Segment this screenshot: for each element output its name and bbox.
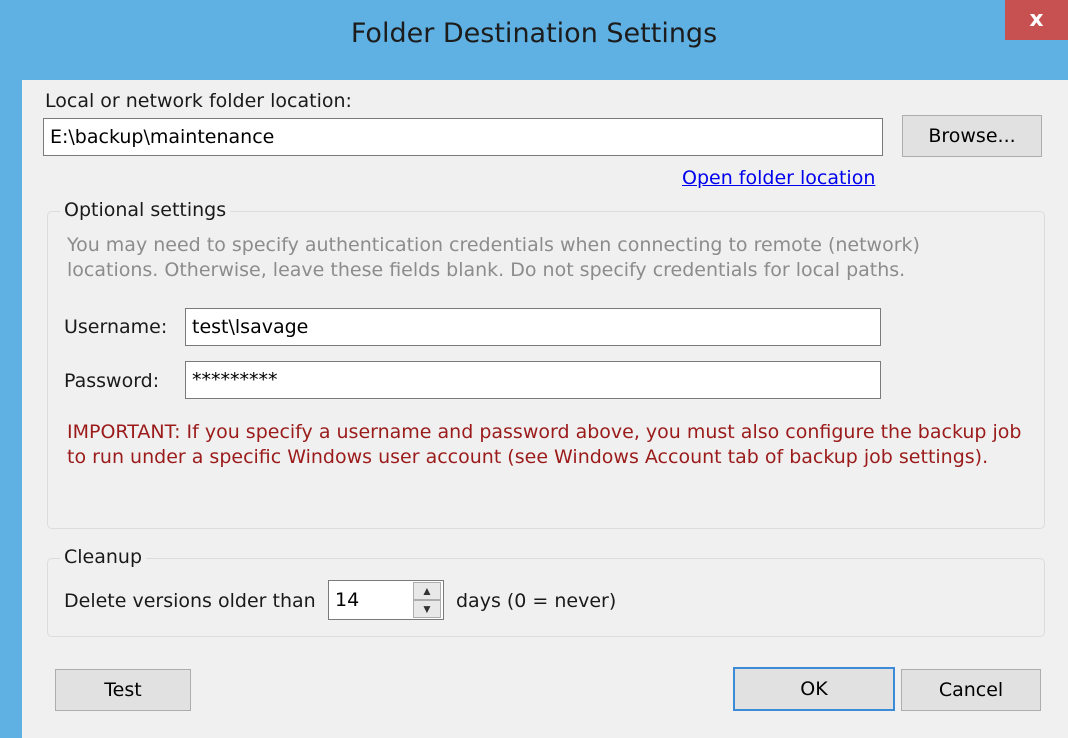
credentials-info-text: You may need to specify authentication c… xyxy=(67,234,920,281)
test-button[interactable]: Test xyxy=(55,669,191,711)
days-suffix-label: days (0 = never) xyxy=(456,590,617,612)
folder-location-input[interactable]: E:\backup\maintenance xyxy=(43,118,883,156)
dialog-window: Folder Destination Settings x Local or n… xyxy=(0,0,1068,738)
dialog-title: Folder Destination Settings xyxy=(350,18,718,49)
down-arrow-icon: ▼ xyxy=(421,602,433,616)
spin-up-button[interactable]: ▲ xyxy=(413,582,441,600)
username-input[interactable]: test\lsavage xyxy=(185,308,881,346)
days-input[interactable]: 14 xyxy=(329,581,409,619)
cleanup-title: Cleanup xyxy=(60,546,147,568)
close-icon: x xyxy=(1029,7,1044,32)
delete-versions-label: Delete versions older than xyxy=(64,590,316,612)
password-label: Password: xyxy=(64,370,160,392)
browse-button[interactable]: Browse... xyxy=(902,115,1042,157)
up-arrow-icon: ▲ xyxy=(421,584,433,598)
important-note: IMPORTANT: If you specify a username and… xyxy=(67,421,1022,468)
folder-location-label: Local or network folder location: xyxy=(45,90,352,112)
spin-down-button[interactable]: ▼ xyxy=(413,600,441,618)
password-input[interactable]: ********* xyxy=(185,361,881,399)
optional-settings-title: Optional settings xyxy=(60,199,231,221)
cancel-button[interactable]: Cancel xyxy=(901,669,1041,711)
dialog-body: Local or network folder location: E:\bac… xyxy=(22,80,1068,738)
title-bar[interactable]: Folder Destination Settings x xyxy=(0,0,1068,80)
username-label: Username: xyxy=(64,316,168,338)
ok-button[interactable]: OK xyxy=(733,667,895,711)
days-spinner[interactable]: 14 ▲ ▼ xyxy=(328,580,444,620)
close-button[interactable]: x xyxy=(1005,0,1068,40)
open-folder-location-link[interactable]: Open folder location xyxy=(682,167,875,189)
